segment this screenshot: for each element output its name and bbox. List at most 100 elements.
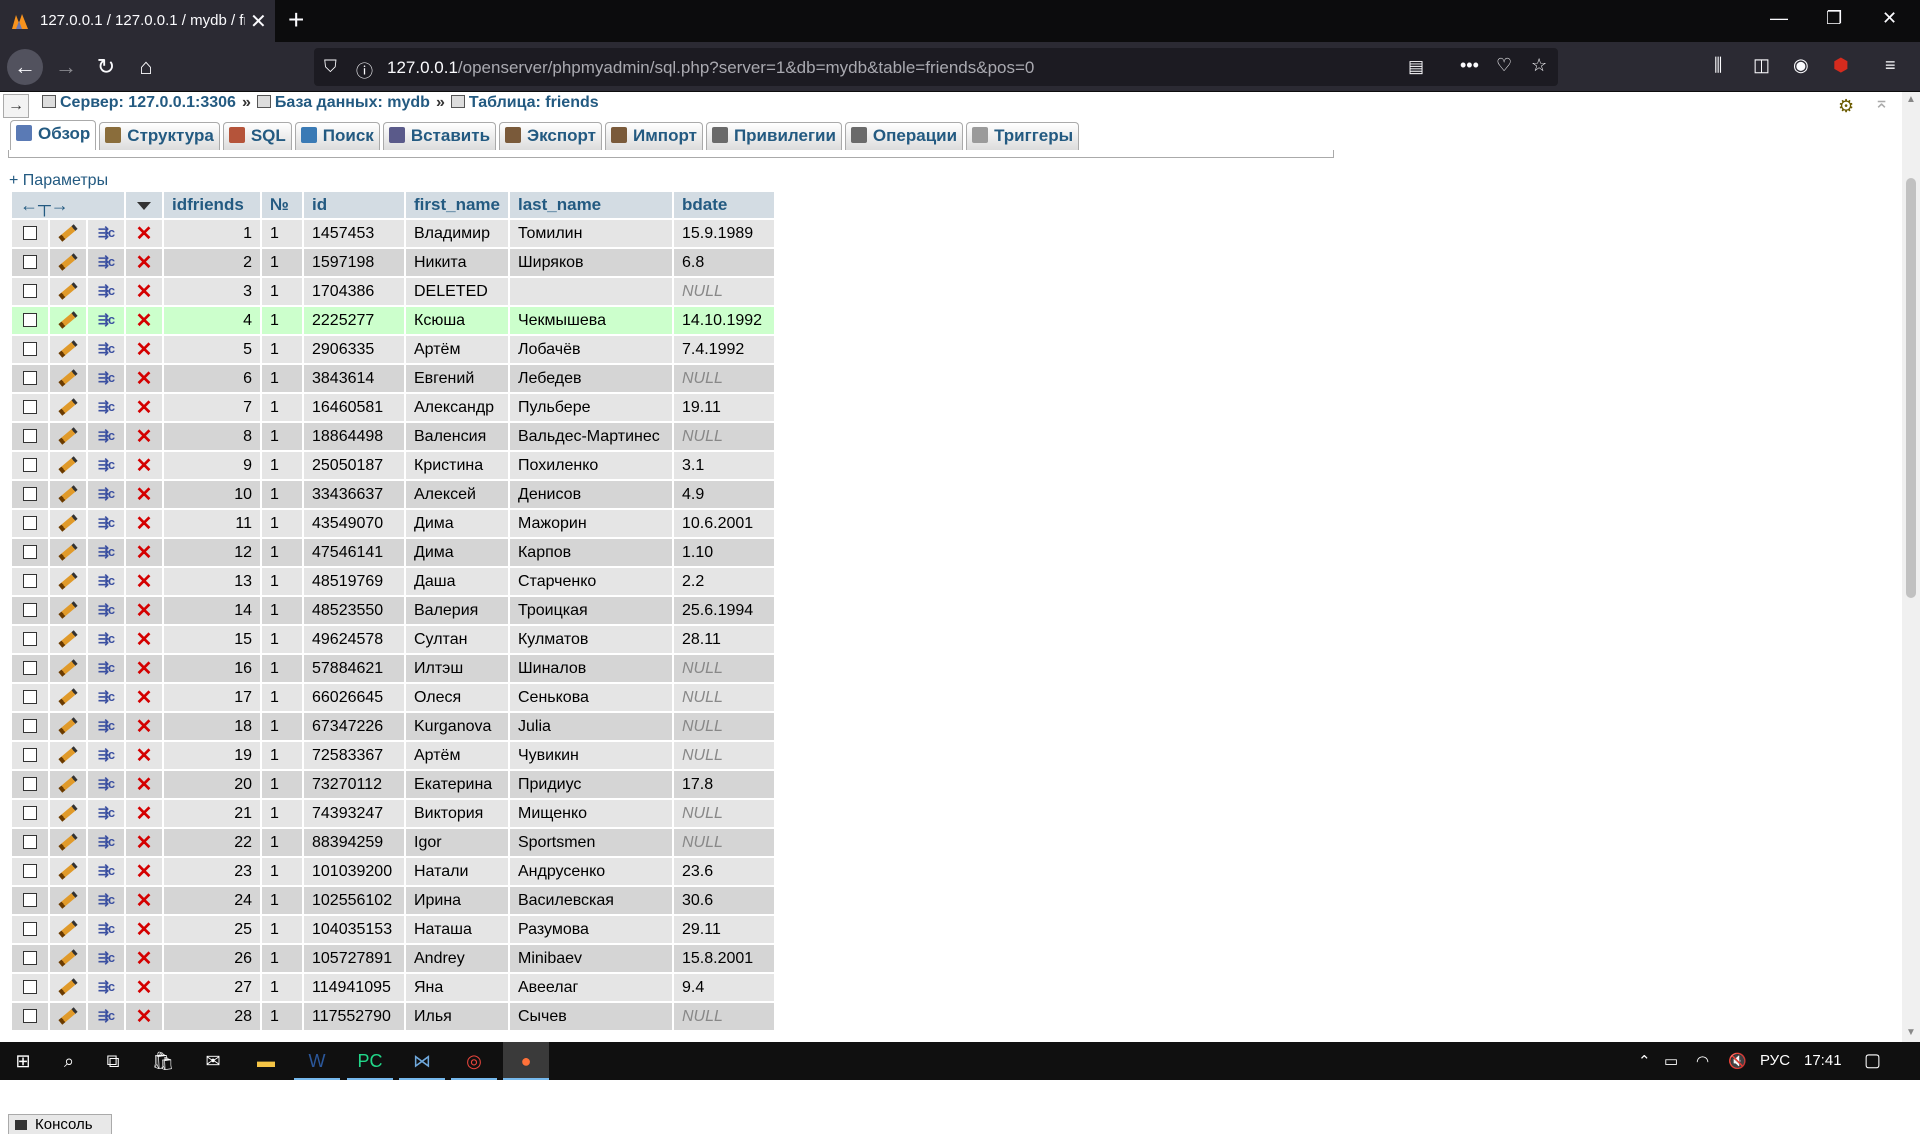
cell-id[interactable]: 2906335 [304,336,404,363]
row-checkbox[interactable] [12,568,48,595]
row-checkbox[interactable] [12,394,48,421]
cell-idfriends[interactable]: 24 [164,887,260,914]
cell-id[interactable]: 48523550 [304,597,404,624]
cell-number[interactable]: 1 [262,742,302,769]
delete-row-icon[interactable]: ✕ [126,336,162,363]
table-row[interactable]: ⇶c ✕ 1 1 1457453 Владимир Томилин 15.9.1989 [12,220,774,247]
delete-row-icon[interactable]: ✕ [126,597,162,624]
cell-id[interactable]: 33436637 [304,481,404,508]
cell-idfriends[interactable]: 2 [164,249,260,276]
delete-row-icon[interactable]: ✕ [126,278,162,305]
tab-structure[interactable]: Структура [99,122,220,150]
cell-idfriends[interactable]: 3 [164,278,260,305]
cell-last-name[interactable]: Лобачёв [509,336,672,363]
cell-first-name[interactable]: Олеся [406,684,508,711]
edit-pencil-icon[interactable] [50,1003,86,1030]
cell-idfriends[interactable]: 25 [164,916,260,943]
cell-last-name[interactable]: Авеелаг [509,974,672,1001]
row-checkbox[interactable] [12,249,48,276]
delete-row-icon[interactable]: ✕ [126,1003,162,1030]
start-windows-icon[interactable]: ⊞ [0,1042,46,1080]
cell-idfriends[interactable]: 18 [164,713,260,740]
delete-row-icon[interactable]: ✕ [126,742,162,769]
copy-row-icon[interactable]: ⇶c [88,249,124,276]
edit-pencil-icon[interactable] [50,423,86,450]
cell-first-name[interactable]: Владимир [406,220,508,247]
cell-number[interactable]: 1 [262,481,302,508]
cell-bdate[interactable]: 2.2 [673,568,774,595]
table-row[interactable]: ⇶c ✕ 5 1 2906335 Артём Лобачёв 7.4.1992 [12,336,774,363]
copy-row-icon[interactable]: ⇶c [88,974,124,1001]
cell-idfriends[interactable]: 5 [164,336,260,363]
cell-number[interactable]: 1 [262,307,302,334]
delete-row-icon[interactable]: ✕ [126,974,162,1001]
pocket-icon[interactable]: ♡ [1496,55,1512,76]
cell-id[interactable]: 72583367 [304,742,404,769]
cell-first-name[interactable]: Виктория [406,800,508,827]
minimize-window-button[interactable]: — [1770,8,1788,29]
close-window-button[interactable]: ✕ [1882,8,1897,29]
delete-row-icon[interactable]: ✕ [126,365,162,392]
copy-row-icon[interactable]: ⇶c [88,858,124,885]
cell-id[interactable]: 66026645 [304,684,404,711]
tab-sql[interactable]: SQL [222,122,292,150]
row-checkbox[interactable] [12,742,48,769]
cell-idfriends[interactable]: 17 [164,684,260,711]
navigation-panel-toggle-icon[interactable]: → [3,94,29,118]
tab-import[interactable]: Импорт [605,122,703,150]
cell-idfriends[interactable]: 1 [164,220,260,247]
copy-row-icon[interactable]: ⇶c [88,307,124,334]
cell-last-name[interactable]: Чекмышева [509,307,672,334]
settings-gear-icon[interactable]: ⚙ [1838,96,1854,117]
table-row[interactable]: ⇶c ✕ 8 1 18864498 Валенсия Вальдес-Мартинес NUL… [12,423,774,450]
tab-triggers[interactable]: Триггеры [966,122,1080,150]
tab-export[interactable]: Экспорт [499,122,603,150]
edit-pencil-icon[interactable] [50,597,86,624]
cell-last-name[interactable]: Кулматов [509,626,672,653]
back-button[interactable]: ← [7,49,43,85]
cell-bdate[interactable]: 14.10.1992 [673,307,774,334]
delete-row-icon[interactable]: ✕ [126,510,162,537]
cell-last-name[interactable]: Ширяков [509,249,672,276]
cell-id[interactable]: 101039200 [304,858,404,885]
row-checkbox[interactable] [12,365,48,392]
cell-id[interactable]: 104035153 [304,916,404,943]
cell-number[interactable]: 1 [262,945,302,972]
cell-number[interactable]: 1 [262,394,302,421]
cell-id[interactable]: 18864498 [304,423,404,450]
cell-id[interactable]: 3843614 [304,365,404,392]
copy-row-icon[interactable]: ⇶c [88,684,124,711]
edit-pencil-icon[interactable] [50,974,86,1001]
scroll-up-arrow-icon[interactable]: ▲ [1906,94,1916,105]
cell-number[interactable]: 1 [262,626,302,653]
copy-row-icon[interactable]: ⇶c [88,365,124,392]
home-button[interactable]: ⌂ [130,51,162,83]
search-icon[interactable]: ⌕ [46,1042,92,1080]
table-row[interactable]: ⇶c ✕ 4 1 2225277 Ксюша Чекмышева 14.10.1992 [12,307,774,334]
table-row[interactable]: ⇶c ✕ 26 1 105727891 Andrey Minibaev 15.8.2001 [12,945,774,972]
row-checkbox[interactable] [12,220,48,247]
volume-muted-icon[interactable]: 🔇 [1728,1052,1747,1070]
cell-idfriends[interactable]: 26 [164,945,260,972]
cell-number[interactable]: 1 [262,423,302,450]
cell-first-name[interactable]: Артём [406,336,508,363]
edit-pencil-icon[interactable] [50,829,86,856]
columns-menu-dropdown[interactable] [126,192,162,218]
collapse-top-icon[interactable]: ⌅ [1874,92,1889,113]
cell-last-name[interactable]: Разумова [509,916,672,943]
column-header-id[interactable]: id [304,192,404,218]
cell-last-name[interactable]: Пульбере [509,394,672,421]
cell-idfriends[interactable]: 4 [164,307,260,334]
edit-pencil-icon[interactable] [50,887,86,914]
breadcrumb-server[interactable]: Сервер: 127.0.0.1:3306 [60,94,236,111]
cell-last-name[interactable]: Троицкая [509,597,672,624]
table-row[interactable]: ⇶c ✕ 9 1 25050187 Кристина Похиленко 3.1 [12,452,774,479]
cell-bdate[interactable]: 23.6 [673,858,774,885]
cell-bdate[interactable]: NULL [673,423,774,450]
cell-bdate[interactable]: NULL [673,1003,774,1030]
table-row[interactable]: ⇶c ✕ 20 1 73270112 Екатерина Придиус 17.8 [12,771,774,798]
row-checkbox[interactable] [12,597,48,624]
cell-number[interactable]: 1 [262,684,302,711]
table-row[interactable]: ⇶c ✕ 18 1 67347226 Kurganova Julia NULL [12,713,774,740]
cell-id[interactable]: 2225277 [304,307,404,334]
